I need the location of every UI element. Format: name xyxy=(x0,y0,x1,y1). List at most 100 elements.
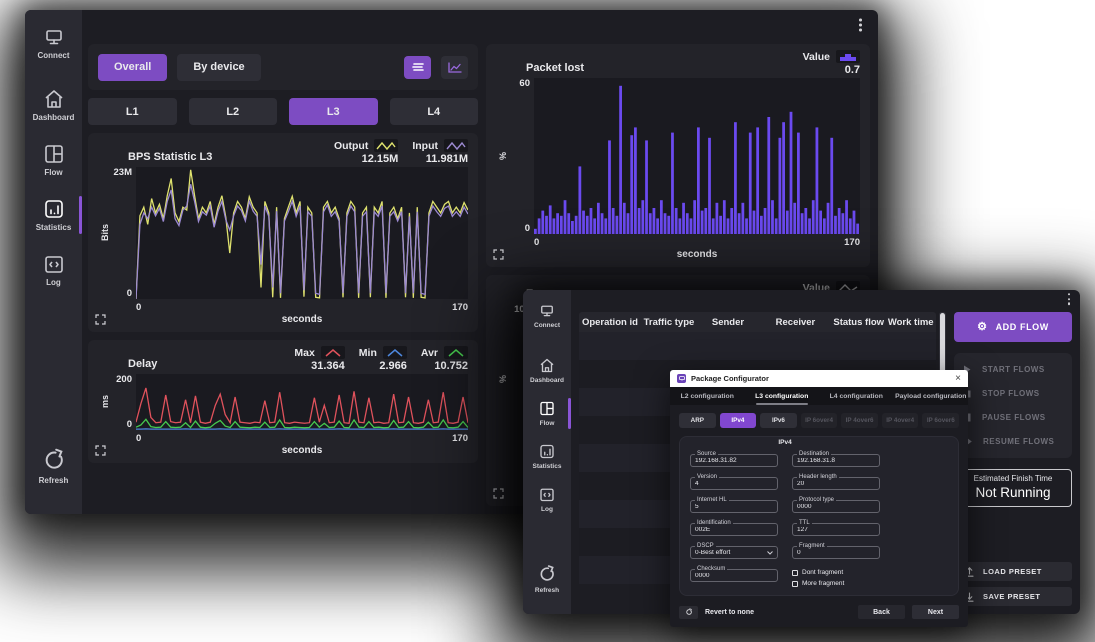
next-button[interactable]: Next xyxy=(912,605,959,619)
load-preset-button[interactable]: LOAD PRESET xyxy=(954,562,1072,581)
protocol-buttons: ARP IPv4 IPv6 IP 6over4 IP 4over6 IP 4ov… xyxy=(679,413,959,428)
revert-refresh-button[interactable] xyxy=(679,606,698,619)
protocol-ipv6-button[interactable]: IPv6 xyxy=(760,413,797,428)
list-view-button[interactable] xyxy=(404,56,431,79)
sidebar-item-log[interactable]: Log xyxy=(25,247,82,293)
protocol-ip4over6-button: IP 4over6 xyxy=(841,413,878,428)
dont-fragment-checkbox[interactable]: Dont fragment xyxy=(792,569,880,576)
protocol-ipv4-button[interactable]: IPv4 xyxy=(720,413,757,428)
sidebar-item-flow[interactable]: Flow xyxy=(523,394,571,433)
tab-l2-configuration[interactable]: L2 configuration xyxy=(670,387,745,405)
by-device-button[interactable]: By device xyxy=(177,54,260,81)
table-row[interactable] xyxy=(579,332,936,360)
more-fragment-checkbox[interactable]: More fragment xyxy=(792,580,880,587)
sidebar: Connect Dashboard Flow Statistics xyxy=(25,10,82,514)
sidebar-item-statistics[interactable]: Statistics xyxy=(25,192,82,238)
start-flows-button[interactable]: START FLOWS xyxy=(963,365,1063,374)
legend-avr: Avr 10.752 xyxy=(421,346,468,372)
estimated-finish-time-box: Estimated Finish Time Not Running xyxy=(954,469,1072,507)
tab-l2[interactable]: L2 xyxy=(189,98,278,125)
sidebar-item-flow[interactable]: Flow xyxy=(25,137,82,183)
x-max-label: 170 xyxy=(844,237,860,248)
tab-l3-configuration[interactable]: L3 configuration xyxy=(745,387,820,405)
stop-flows-button[interactable]: STOP FLOWS xyxy=(963,389,1063,398)
sidebar-item-dashboard[interactable]: Dashboard xyxy=(25,82,82,128)
sidebar-item-log[interactable]: Log xyxy=(523,480,571,519)
identification-field[interactable]: Identification002E xyxy=(690,523,778,536)
x-axis-label: seconds xyxy=(534,249,860,263)
x-min-label: 0 xyxy=(136,433,141,444)
resume-flows-button[interactable]: RESUME FLOWS xyxy=(963,437,1063,446)
connect-icon xyxy=(538,304,556,319)
add-flow-button[interactable]: ⚙ ADD FLOW xyxy=(954,312,1072,342)
x-max-label: 170 xyxy=(452,433,468,444)
form-title: IPv4 xyxy=(690,439,880,446)
ttl-field[interactable]: TTL127 xyxy=(792,523,880,536)
fragment-field[interactable]: Fragment0 xyxy=(792,546,880,559)
sidebar-item-label: Connect xyxy=(534,322,560,329)
expand-icon[interactable] xyxy=(493,488,504,499)
protocol-arp-button[interactable]: ARP xyxy=(679,413,716,428)
version-field[interactable]: Version4 xyxy=(690,477,778,490)
sidebar-item-dashboard[interactable]: Dashboard xyxy=(523,351,571,390)
sidebar: Connect Dashboard Flow Statistics xyxy=(523,290,571,614)
pause-flows-button[interactable]: PAUSE FLOWS xyxy=(963,413,1063,422)
tab-l4-configuration[interactable]: L4 configuration xyxy=(819,387,894,405)
checksum-field[interactable]: Checksum0000 xyxy=(690,569,778,582)
protocol-ip6over4-button: IP 6over4 xyxy=(801,413,838,428)
sidebar-item-label: Log xyxy=(46,278,61,287)
protocol-type-field[interactable]: Protocol type0000 xyxy=(792,500,880,513)
window-titlebar xyxy=(571,290,1080,308)
window-titlebar xyxy=(82,10,878,40)
y-axis-unit: ms xyxy=(100,395,110,408)
overall-button[interactable]: Overall xyxy=(98,54,167,81)
expand-icon[interactable] xyxy=(95,314,106,325)
header-length-field[interactable]: Header length20 xyxy=(792,477,880,490)
bps-plot xyxy=(136,167,468,299)
revert-to-none-label[interactable]: Revert to none xyxy=(705,609,754,616)
desktop: Connect Dashboard Flow Statistics xyxy=(0,0,1095,642)
list-view-icon xyxy=(411,62,425,72)
modal-title: Package Configurator xyxy=(691,374,950,383)
protocol-ip4over4-button: IP 4over4 xyxy=(882,413,919,428)
sidebar-item-statistics[interactable]: Statistics xyxy=(523,437,571,476)
flow-actions-panel: ⚙ ADD FLOW START FLOWS STOP FLOWS xyxy=(954,312,1072,606)
internet-hl-field[interactable]: Internet HL5 xyxy=(690,500,778,513)
x-axis-label: seconds xyxy=(136,314,468,328)
expand-icon[interactable] xyxy=(95,445,106,456)
sidebar-item-label: Log xyxy=(541,506,553,513)
sidebar-item-label: Dashboard xyxy=(33,113,75,122)
x-max-label: 170 xyxy=(452,302,468,313)
chart-title: Delay xyxy=(128,358,157,372)
source-field[interactable]: Source192.168.31.82 xyxy=(690,454,778,467)
legend-value: Value 0.7 xyxy=(803,50,860,76)
sidebar-item-connect[interactable]: Connect xyxy=(25,22,82,66)
refresh-icon xyxy=(41,447,67,473)
layer-tabs: L1 L2 L3 L4 xyxy=(88,98,478,125)
expand-icon[interactable] xyxy=(493,249,504,260)
close-icon[interactable]: × xyxy=(955,374,961,384)
y-max-label: 60 xyxy=(519,78,530,89)
back-button[interactable]: Back xyxy=(858,605,905,619)
dscp-select[interactable]: DSCP0-Best effort xyxy=(690,546,778,559)
statistics-icon xyxy=(42,198,66,220)
col-operation-id: Operation id xyxy=(579,317,641,328)
tab-payload-configuration[interactable]: Payload configuration xyxy=(894,387,969,405)
legend-max: Max 31.364 xyxy=(294,346,344,372)
col-traffic-type: Traffic type xyxy=(641,317,697,328)
sidebar-item-connect[interactable]: Connect xyxy=(523,298,571,335)
more-menu-icon[interactable] xyxy=(1068,293,1070,305)
chart-view-button[interactable] xyxy=(441,56,468,79)
log-icon xyxy=(42,253,66,275)
sidebar-item-refresh[interactable]: Refresh xyxy=(25,441,82,491)
more-menu-icon[interactable] xyxy=(859,18,862,31)
tab-l4[interactable]: L4 xyxy=(390,98,479,125)
legend-min: Min 2.966 xyxy=(359,346,407,372)
sidebar-item-label: Flow xyxy=(540,420,555,427)
destination-field[interactable]: Destination192.168.31.8 xyxy=(792,454,880,467)
bps-chart-card: BPS Statistic L3 Output 12.15M xyxy=(88,133,478,332)
tab-l3[interactable]: L3 xyxy=(289,98,378,125)
save-preset-button[interactable]: SAVE PRESET xyxy=(954,587,1072,606)
tab-l1[interactable]: L1 xyxy=(88,98,177,125)
sidebar-item-refresh[interactable]: Refresh xyxy=(523,558,571,600)
